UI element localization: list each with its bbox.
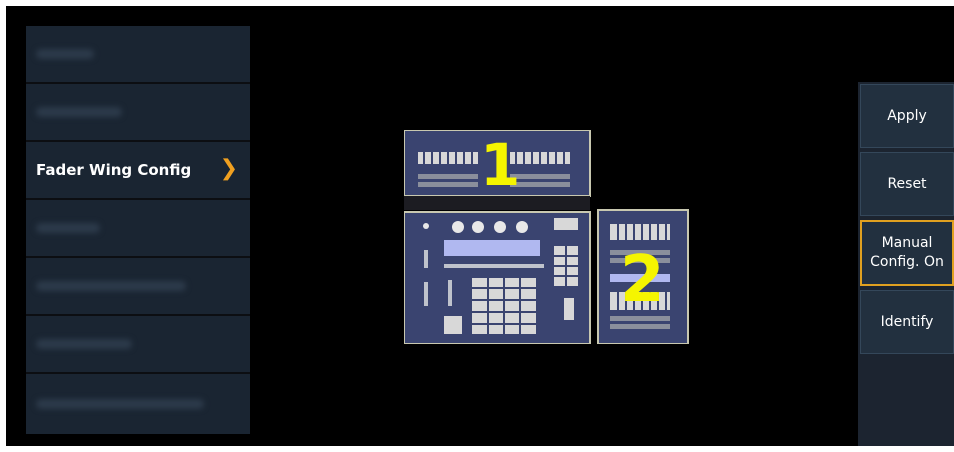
identify-button[interactable]: Identify <box>860 290 954 354</box>
menu-item-6[interactable] <box>26 316 250 372</box>
menu-item-4[interactable] <box>26 200 250 256</box>
wing-1-number: 1 <box>480 131 521 199</box>
menu-item-1[interactable] <box>26 26 250 82</box>
menu-item-5[interactable] <box>26 258 250 314</box>
manual-config-button[interactable]: Manual Config. On <box>860 220 954 286</box>
blurred-label <box>36 223 100 233</box>
menu-item-2[interactable] <box>26 84 250 140</box>
action-panel: Apply Reset Manual Config. On Identify <box>858 82 954 446</box>
menu-item-label: Fader Wing Config <box>36 161 192 179</box>
apply-button[interactable]: Apply <box>860 84 954 148</box>
wing-2-number: 2 <box>620 243 665 317</box>
screen: Fader Wing Config ❯ 1 2 Apply Reset Manu… <box>6 6 954 446</box>
blurred-label <box>36 281 186 291</box>
console-diagram: 1 2 <box>403 129 690 345</box>
blurred-label <box>36 339 132 349</box>
blurred-label <box>36 107 122 117</box>
chevron-right-icon: ❯ <box>219 156 238 181</box>
blurred-label <box>36 49 94 59</box>
menu-item-7[interactable] <box>26 374 250 434</box>
reset-button[interactable]: Reset <box>860 152 954 216</box>
settings-menu: Fader Wing Config ❯ <box>26 26 250 434</box>
menu-item-fader-wing-config[interactable]: Fader Wing Config ❯ <box>26 142 250 198</box>
blurred-label <box>36 399 204 409</box>
